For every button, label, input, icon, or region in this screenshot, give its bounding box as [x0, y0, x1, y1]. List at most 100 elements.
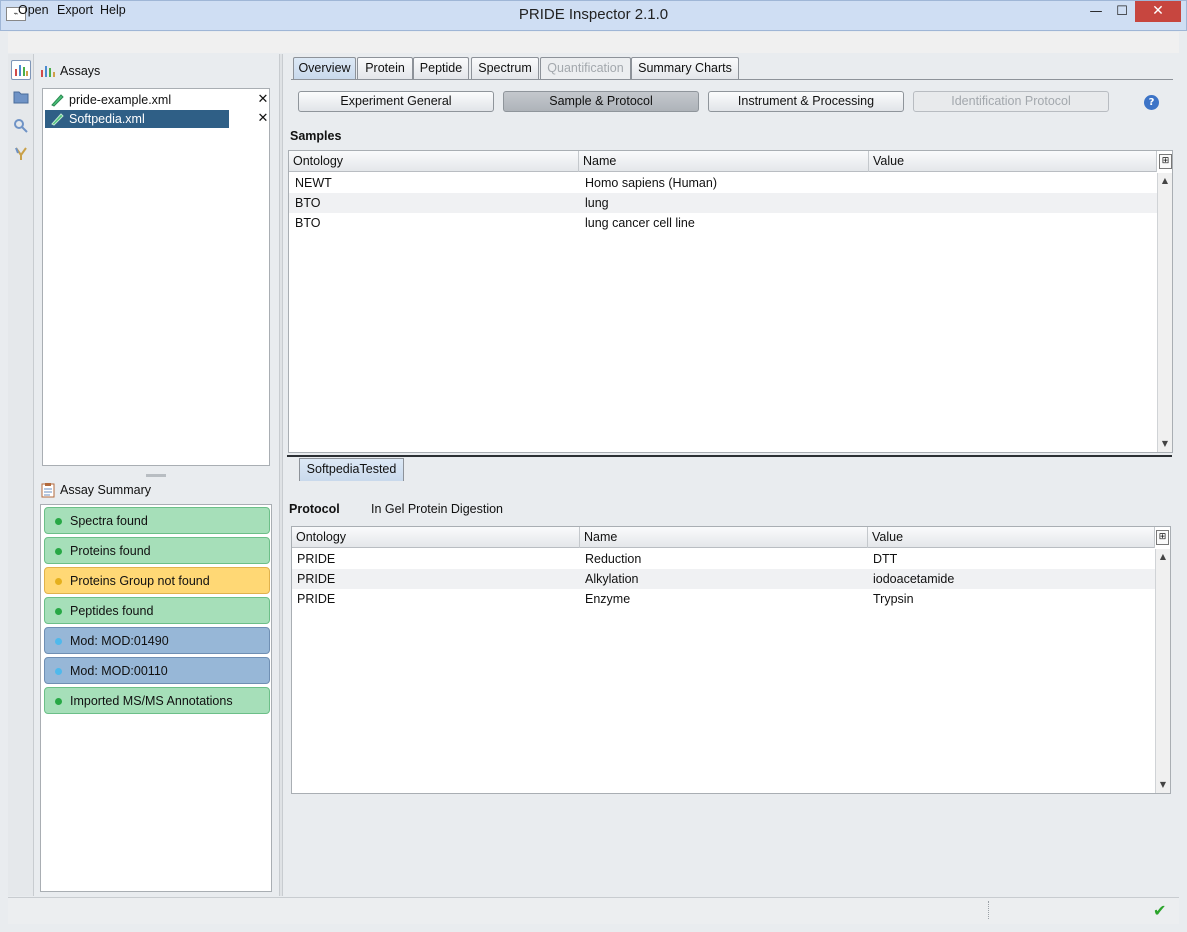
status-dot-icon [55, 668, 62, 675]
test-tube-icon [49, 93, 65, 107]
column-header[interactable]: Ontology [292, 527, 580, 548]
status-dot-icon [55, 548, 62, 555]
column-header[interactable]: Value [869, 151, 1157, 172]
table-cell: Homo sapiens (Human) [585, 176, 717, 190]
protocol-table-header: Ontology Name Value [292, 527, 1155, 548]
protocol-scrollbar[interactable]: ▲ ▼ [1155, 549, 1170, 793]
summary-item-label: Mod: MOD:00110 [70, 664, 168, 678]
assay-summary-list: Spectra found Proteins found Proteins Gr… [40, 504, 272, 892]
status-divider [988, 901, 989, 919]
status-dot-icon [55, 578, 62, 585]
protocol-label: Protocol [289, 502, 340, 516]
experiment-general-button[interactable]: Experiment General [298, 91, 494, 112]
maximize-button[interactable]: ☐ [1109, 1, 1135, 22]
assay-file-name: Softpedia.xml [69, 112, 145, 126]
table-cell: Trypsin [873, 592, 914, 606]
table-cell: lung [585, 196, 609, 210]
identification-protocol-button: Identification Protocol [913, 91, 1109, 112]
table-cell: PRIDE [297, 592, 336, 606]
tab-summary-charts[interactable]: Summary Charts [631, 57, 739, 79]
test-tube-icon [49, 112, 65, 126]
column-control-icon[interactable]: ⊞ [1156, 530, 1169, 545]
vertical-split-handle[interactable] [279, 54, 283, 896]
table-cell: BTO [295, 216, 321, 230]
close-assay-icon[interactable]: ✕ [257, 112, 269, 125]
clipboard-icon [41, 482, 55, 498]
table-row[interactable]: PRIDE Reduction DTT [292, 549, 1155, 569]
table-cell [871, 173, 875, 193]
status-bar [8, 897, 1179, 924]
close-assay-icon[interactable]: ✕ [257, 93, 269, 106]
summary-item-annotations[interactable]: Imported MS/MS Annotations [44, 687, 270, 714]
tab-spectrum[interactable]: Spectrum [471, 57, 539, 79]
protocol-name: In Gel Protein Digestion [371, 502, 504, 516]
assays-title: Assays [60, 64, 101, 78]
scroll-down-icon[interactable]: ▼ [1156, 779, 1170, 791]
table-cell: PRIDE [297, 552, 336, 566]
sample-protocol-button[interactable]: Sample & Protocol [503, 91, 699, 112]
tab-peptide[interactable]: Peptide [413, 57, 469, 79]
table-row[interactable]: PRIDE Enzyme Trypsin [292, 589, 1155, 609]
assays-list: pride-example.xml ✕ Softpedia.xml ✕ [42, 88, 270, 466]
summary-item-proteins[interactable]: Proteins found [44, 537, 270, 564]
status-dot-icon [55, 698, 62, 705]
status-dot-icon [55, 518, 62, 525]
scroll-up-icon[interactable]: ▲ [1156, 551, 1170, 563]
tab-overview[interactable]: Overview [293, 57, 356, 79]
summary-item-label: Proteins Group not found [70, 574, 210, 588]
minimize-button[interactable]: — [1083, 1, 1109, 22]
table-cell: PRIDE [297, 572, 336, 586]
horizontal-split-handle[interactable] [146, 474, 166, 477]
subtab-divider [287, 455, 1172, 457]
column-header[interactable]: Name [580, 527, 868, 548]
menu-export[interactable]: Export [57, 3, 93, 17]
summary-item-peptides[interactable]: Peptides found [44, 597, 270, 624]
column-header[interactable]: Name [579, 151, 869, 172]
table-row[interactable]: PRIDE Alkylation iodoacetamide [292, 569, 1155, 589]
summary-item-mod-00110[interactable]: Mod: MOD:00110 [44, 657, 270, 684]
table-row[interactable]: BTO lung [289, 193, 1157, 213]
close-button[interactable]: ✕ [1135, 1, 1181, 22]
tab-divider [291, 79, 1173, 80]
column-header[interactable]: Ontology [289, 151, 579, 172]
status-dot-icon [55, 608, 62, 615]
scroll-down-icon[interactable]: ▼ [1158, 438, 1172, 450]
help-icon[interactable]: ? [1144, 95, 1159, 110]
table-row[interactable]: BTO lung cancer cell line [289, 213, 1157, 233]
scroll-up-icon[interactable]: ▲ [1158, 175, 1172, 187]
tools-icon[interactable] [11, 146, 31, 166]
column-header[interactable]: Value [868, 527, 1155, 548]
table-cell: iodoacetamide [873, 572, 955, 586]
menu-open[interactable]: Open [18, 3, 49, 17]
table-cell: BTO [295, 196, 321, 210]
column-control-icon[interactable]: ⊞ [1159, 154, 1172, 169]
tab-softpedia-tested[interactable]: SoftpediaTested [299, 458, 404, 481]
table-row[interactable]: NEWT Homo sapiens (Human) [289, 173, 1157, 193]
summary-item-label: Proteins found [70, 544, 151, 558]
samples-scrollbar[interactable]: ▲ ▼ [1157, 173, 1172, 452]
summary-item-protein-groups[interactable]: Proteins Group not found [44, 567, 270, 594]
samples-title: Samples [290, 129, 342, 143]
table-cell: lung cancer cell line [585, 216, 695, 230]
menu-bar [8, 32, 1179, 53]
instrument-processing-button[interactable]: Instrument & Processing [708, 91, 904, 112]
assay-file-item-selected[interactable]: Softpedia.xml [45, 110, 229, 128]
assay-file-item[interactable]: pride-example.xml [45, 91, 229, 109]
protocol-table: Ontology Name Value ⊞ PRIDE Reduction DT… [291, 526, 1171, 794]
search-icon[interactable] [11, 118, 31, 138]
folder-icon[interactable] [11, 90, 31, 110]
window-title: PRIDE Inspector 2.1.0 [518, 6, 669, 23]
table-cell: Alkylation [585, 572, 639, 586]
left-toolbar [8, 54, 34, 896]
tab-protein[interactable]: Protein [357, 57, 413, 79]
table-cell: DTT [873, 552, 898, 566]
assay-summary-title: Assay Summary [60, 483, 151, 497]
menu-help[interactable]: Help [100, 3, 126, 17]
summary-item-mod-01490[interactable]: Mod: MOD:01490 [44, 627, 270, 654]
table-cell: Enzyme [585, 592, 631, 606]
assays-chart-icon[interactable] [11, 60, 31, 80]
table-cell [871, 193, 875, 213]
tab-quantification: Quantification [540, 57, 631, 79]
summary-item-spectra[interactable]: Spectra found [44, 507, 270, 534]
summary-item-label: Peptides found [70, 604, 154, 618]
